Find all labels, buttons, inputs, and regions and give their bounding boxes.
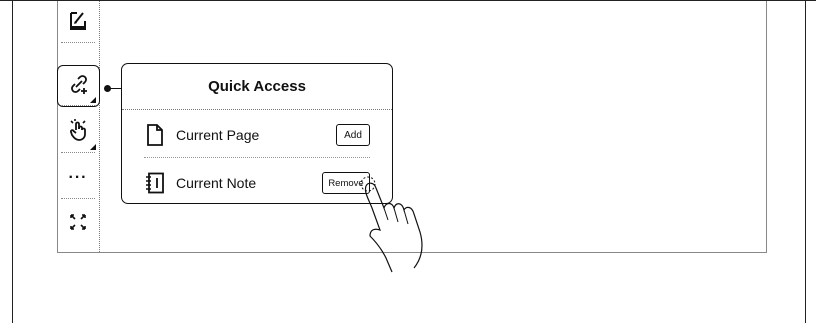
current-note-label: Current Note bbox=[176, 175, 257, 191]
submenu-indicator bbox=[90, 97, 96, 103]
popup-title: Quick Access bbox=[208, 78, 306, 95]
device-right-edge bbox=[805, 0, 806, 323]
side-toolbar: ··· bbox=[57, 1, 100, 252]
toolbar-quick-access-button[interactable] bbox=[57, 65, 100, 107]
submenu-indicator bbox=[90, 144, 96, 150]
toolbar-edit-button[interactable] bbox=[57, 1, 99, 43]
current-page-row: Current Page Add bbox=[144, 120, 370, 150]
tap-hand-illustration bbox=[360, 176, 423, 273]
add-button[interactable]: Add bbox=[336, 124, 370, 146]
more-icon: ··· bbox=[68, 169, 88, 186]
expand-icon bbox=[69, 213, 87, 236]
toolbar-more-button[interactable]: ··· bbox=[57, 157, 99, 199]
edit-icon bbox=[67, 9, 89, 36]
divider bbox=[144, 157, 370, 158]
current-note-row: Current Note Remove bbox=[144, 168, 370, 198]
divider bbox=[122, 109, 392, 110]
toolbar-touch-button[interactable] bbox=[57, 111, 99, 153]
page-icon bbox=[144, 123, 166, 147]
toolbar-expand-button[interactable] bbox=[57, 203, 99, 245]
current-page-label: Current Page bbox=[176, 127, 260, 143]
touch-gesture-icon bbox=[66, 118, 90, 147]
notebook-icon bbox=[144, 171, 166, 195]
link-add-icon bbox=[67, 72, 91, 101]
device-left-edge bbox=[12, 0, 13, 323]
